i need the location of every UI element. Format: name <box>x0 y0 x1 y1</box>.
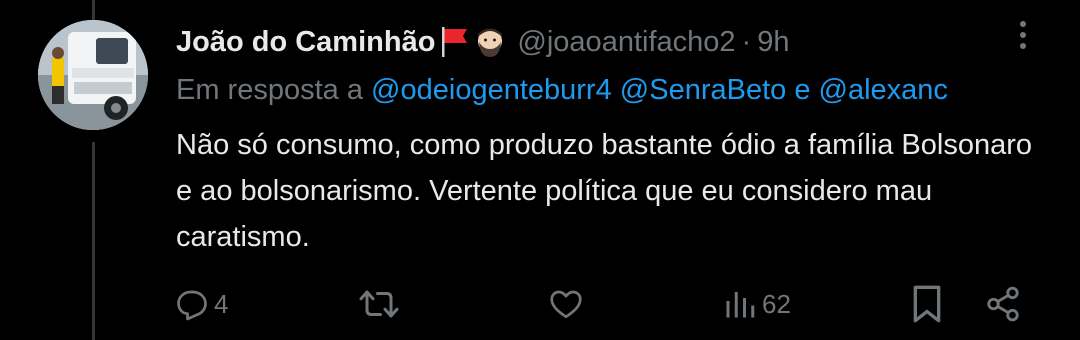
separator-dot: · <box>741 25 752 58</box>
mention-link[interactable]: @odeiogenteburr4 <box>371 74 612 106</box>
retweet-icon <box>359 290 399 318</box>
share-icon <box>987 286 1019 322</box>
views-icon <box>726 292 755 318</box>
action-bar: 4 62 <box>0 276 1080 332</box>
mention-joiner: e <box>794 74 811 106</box>
author-name[interactable]: João do Caminhão <box>176 26 435 59</box>
tweet-text: Não só consumo, como produzo bastante ód… <box>176 129 1032 253</box>
tweet-time[interactable]: 9h <box>757 26 789 59</box>
views-count: 62 <box>762 288 791 319</box>
reply-context: Em resposta a @odeiogenteburr4 @SenraBet… <box>176 70 1080 110</box>
thread-line-top <box>92 0 95 20</box>
tweet-header: João do Caminhão @joaoantifacho2 · 9h <box>176 22 789 62</box>
avatar[interactable] <box>38 20 148 130</box>
share-button[interactable] <box>984 276 1022 332</box>
mention-link[interactable]: @alexanc <box>819 74 948 106</box>
retweet-button[interactable] <box>358 276 400 332</box>
like-button[interactable] <box>548 276 584 332</box>
heart-icon <box>550 290 582 319</box>
mention-link[interactable]: @SenraBeto <box>620 74 786 106</box>
bearded-person-emoji <box>478 28 503 57</box>
bookmark-button[interactable] <box>910 276 944 332</box>
truck-avatar-image <box>38 20 148 130</box>
reply-icon <box>177 290 207 321</box>
reply-prefix: Em resposta a <box>176 74 363 106</box>
reply-button[interactable]: 4 <box>174 276 228 332</box>
views-button[interactable]: 62 <box>722 276 791 332</box>
author-handle[interactable]: @joaoantifacho2 <box>517 26 735 59</box>
more-options-icon[interactable] <box>1008 14 1038 56</box>
reply-count: 4 <box>214 288 229 319</box>
bookmark-icon <box>913 285 941 323</box>
red-flag-emoji <box>442 27 468 57</box>
